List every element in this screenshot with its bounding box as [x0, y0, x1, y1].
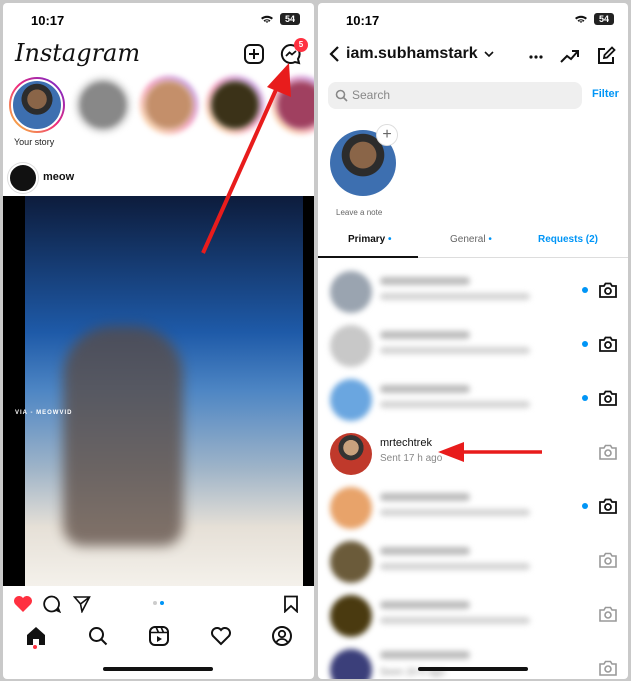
your-story-label: Your story — [14, 137, 55, 147]
more-options-icon[interactable] — [528, 49, 544, 65]
avatar — [330, 433, 372, 475]
status-time: 10:17 — [31, 13, 65, 28]
camera-icon[interactable] — [598, 334, 618, 354]
battery-icon: 54 — [280, 13, 300, 25]
share-icon[interactable] — [73, 595, 91, 613]
post-image[interactable]: VIA - MEOWVID — [3, 196, 314, 586]
camera-icon[interactable] — [598, 442, 618, 462]
reels-icon[interactable] — [148, 625, 170, 647]
back-icon[interactable] — [328, 45, 340, 63]
unread-dot — [582, 341, 588, 347]
like-icon[interactable] — [13, 595, 33, 613]
comment-icon[interactable] — [43, 595, 61, 613]
home-active-dot — [33, 645, 37, 649]
list-item[interactable] — [318, 591, 628, 639]
instagram-feed-screen: 10:17 54 Instagram 5 Your story meow VIA… — [3, 3, 314, 679]
messages-badge: 5 — [294, 38, 308, 52]
new-post-button[interactable] — [243, 43, 265, 65]
plus-square-icon — [244, 44, 264, 64]
story-item[interactable] — [75, 77, 131, 133]
story-item[interactable] — [207, 77, 263, 133]
chat-name: mrtechtrek — [380, 437, 432, 449]
avatar — [330, 487, 372, 529]
status-bar: 10:17 54 — [3, 3, 314, 37]
status-bar: 10:17 54 — [318, 3, 628, 37]
home-indicator — [418, 667, 528, 671]
your-story[interactable] — [9, 77, 65, 133]
camera-icon[interactable] — [598, 496, 618, 516]
post-watermark: VIA - MEOWVID — [15, 410, 73, 416]
list-item[interactable] — [318, 537, 628, 585]
list-item[interactable]: Seen 20 h ago — [318, 645, 628, 679]
unread-dot — [582, 287, 588, 293]
post-avatar[interactable] — [8, 163, 38, 193]
avatar — [11, 79, 63, 131]
search-icon[interactable] — [87, 625, 109, 647]
avatar — [330, 379, 372, 421]
add-note-button[interactable]: + — [376, 124, 398, 146]
list-item[interactable] — [318, 483, 628, 531]
camera-icon[interactable] — [598, 604, 618, 624]
bottom-tab-bar — [3, 621, 314, 651]
compose-icon[interactable] — [596, 46, 616, 66]
avatar — [330, 541, 372, 583]
story-item[interactable] — [141, 77, 197, 133]
home-icon[interactable] — [25, 625, 47, 647]
profile-icon[interactable] — [271, 625, 293, 647]
list-item[interactable] — [318, 267, 628, 315]
active-tab-underline — [318, 256, 418, 258]
carousel-dots — [153, 601, 164, 605]
camera-icon[interactable] — [598, 550, 618, 570]
battery-icon: 54 — [594, 13, 614, 25]
tab-requests[interactable]: Requests (2) — [538, 234, 598, 245]
post-header: meow — [3, 160, 314, 196]
tab-primary[interactable]: Primary • — [348, 234, 392, 245]
wifi-icon — [261, 15, 273, 23]
list-item[interactable] — [318, 375, 628, 423]
direct-messages-screen: 10:17 54 iam.subhamstark Search Filter +… — [318, 3, 628, 679]
activity-heart-icon[interactable] — [210, 625, 232, 647]
search-input[interactable]: Search — [328, 82, 582, 109]
trending-icon[interactable] — [560, 47, 580, 65]
unread-dot — [582, 503, 588, 509]
avatar — [330, 649, 372, 679]
status-time: 10:17 — [346, 13, 380, 28]
filter-button[interactable]: Filter — [592, 88, 619, 100]
search-placeholder: Search — [352, 88, 391, 102]
tab-general[interactable]: General • — [450, 234, 492, 245]
inbox-tabs: Primary • General • Requests (2) — [318, 228, 628, 258]
post-username[interactable]: meow — [43, 171, 74, 183]
chat-row-highlighted[interactable]: mrtechtrek Sent 17 h ago — [318, 429, 628, 477]
chevron-down-icon[interactable] — [484, 50, 494, 58]
camera-icon[interactable] — [598, 280, 618, 300]
unread-dot — [582, 395, 588, 401]
messages-button[interactable]: 5 — [280, 38, 308, 65]
camera-icon[interactable] — [598, 388, 618, 408]
wifi-icon — [575, 15, 587, 23]
avatar — [330, 271, 372, 313]
avatar — [330, 325, 372, 367]
avatar — [330, 595, 372, 637]
list-item[interactable] — [318, 321, 628, 369]
chat-status: Sent 17 h ago — [380, 453, 443, 464]
post-subject — [63, 326, 183, 546]
account-username[interactable]: iam.subhamstark — [346, 45, 478, 63]
story-item[interactable] — [273, 77, 314, 133]
search-icon — [335, 89, 348, 102]
leave-note-label[interactable]: Leave a note — [336, 208, 382, 217]
camera-icon[interactable] — [598, 658, 618, 678]
home-indicator — [103, 667, 213, 671]
bookmark-icon[interactable] — [283, 595, 299, 613]
app-title: Instagram — [15, 39, 141, 67]
account-switcher[interactable]: iam.subhamstark — [328, 45, 494, 63]
post-actions — [3, 593, 314, 615]
